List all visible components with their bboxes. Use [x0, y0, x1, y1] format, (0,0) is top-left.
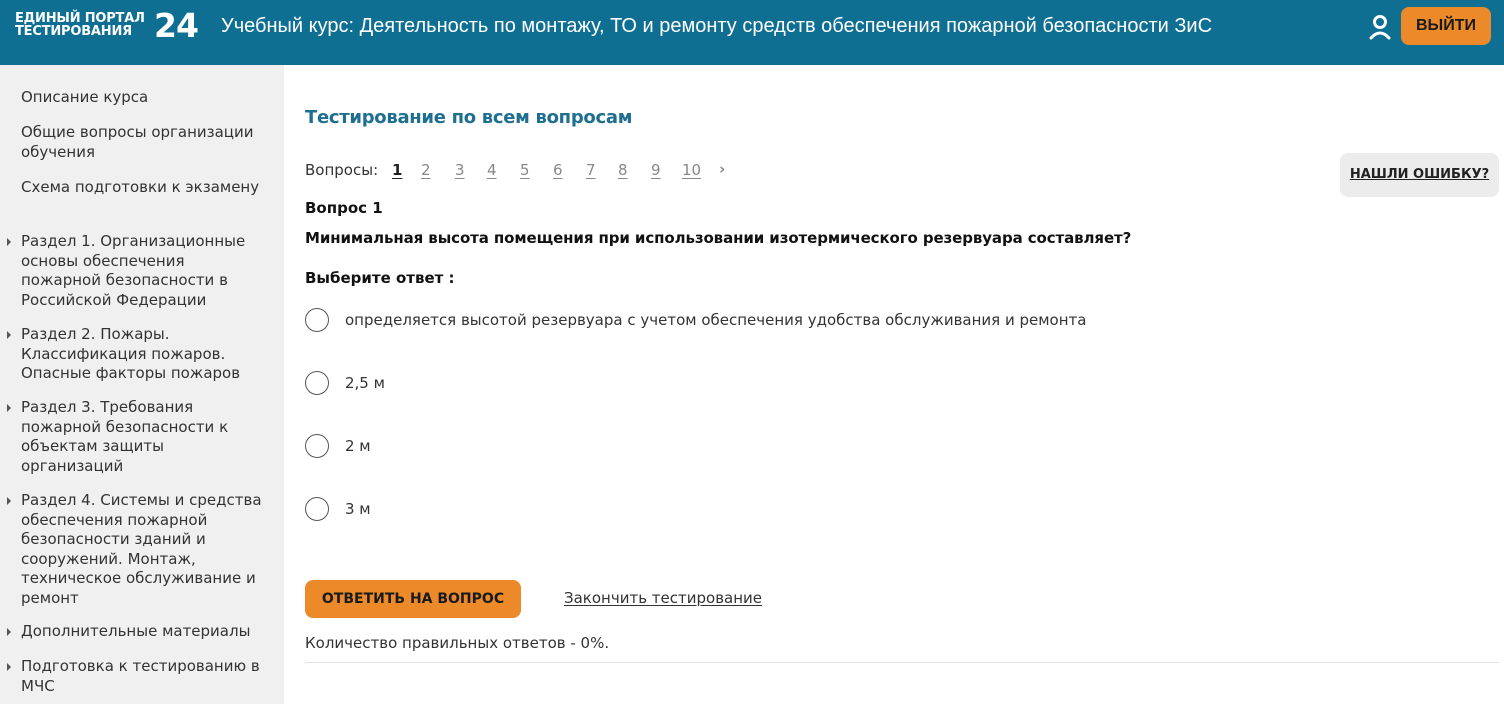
- choose-answer-label: Выберите ответ :: [305, 269, 455, 287]
- answer-option-label: 2,5 м: [345, 374, 385, 392]
- course-title: Учебный курс: Деятельность по монтажу, Т…: [221, 15, 1213, 37]
- question-link-8[interactable]: 8: [618, 161, 628, 179]
- caret-right-icon: [7, 404, 11, 412]
- sidebar-item-label: Раздел 3. Требования пожарной безопаснос…: [21, 398, 229, 475]
- logout-button[interactable]: ВЫЙТИ: [1401, 7, 1491, 45]
- sidebar: Описание курса Общие вопросы организации…: [0, 65, 284, 704]
- radio-button[interactable]: [305, 308, 329, 332]
- question-number: Вопрос 1: [305, 199, 383, 217]
- sidebar-item-section-1[interactable]: Раздел 1. Организационные основы обеспеч…: [7, 232, 266, 310]
- caret-right-icon: [7, 238, 11, 246]
- question-link-4[interactable]: 4: [487, 161, 497, 179]
- radio-button[interactable]: [305, 434, 329, 458]
- sidebar-item-section-4[interactable]: Раздел 4. Системы и средства обеспечения…: [7, 491, 266, 608]
- radio-button[interactable]: [305, 371, 329, 395]
- question-link-1[interactable]: 1: [392, 161, 402, 179]
- sidebar-item-exam-scheme[interactable]: Схема подготовки к экзамену: [21, 178, 266, 198]
- sidebar-item-label: Подготовка к тестированию в МЧС: [21, 657, 260, 695]
- caret-right-icon: [7, 663, 11, 671]
- answer-option-label: 3 м: [345, 500, 371, 518]
- questions-label: Вопросы:: [305, 161, 379, 179]
- logo-number: 24: [154, 6, 199, 45]
- caret-right-icon: [7, 497, 11, 505]
- sidebar-item-section-2[interactable]: Раздел 2. Пожары. Классификация пожаров.…: [7, 325, 266, 384]
- sidebar-item-label: Общие вопросы организации обучения: [21, 123, 254, 161]
- sidebar-item-label: Описание курса: [21, 88, 149, 106]
- answer-option-label: 2 м: [345, 437, 371, 455]
- finish-test-link[interactable]: Закончить тестирование: [564, 589, 762, 607]
- sidebar-item-label: Раздел 1. Организационные основы обеспеч…: [21, 232, 246, 309]
- header: ЕДИНЫЙ ПОРТАЛ ТЕСТИРОВАНИЯ 24 Учебный ку…: [0, 0, 1504, 65]
- answer-option[interactable]: определяется высотой резервуара с учетом…: [305, 308, 1205, 334]
- question-link-6[interactable]: 6: [553, 161, 563, 179]
- sidebar-item-label: Раздел 4. Системы и средства обеспечения…: [21, 491, 262, 607]
- sidebar-item-general-questions[interactable]: Общие вопросы организации обучения: [21, 123, 266, 162]
- question-link-5[interactable]: 5: [520, 161, 530, 179]
- divider: [305, 662, 1499, 663]
- caret-right-icon: [7, 331, 11, 339]
- logo-line-2: ТЕСТИРОВАНИЯ: [15, 24, 132, 39]
- user-icon[interactable]: [1368, 14, 1392, 40]
- question-link-10[interactable]: 10: [682, 161, 701, 179]
- sidebar-item-label: Раздел 2. Пожары. Классификация пожаров.…: [21, 325, 241, 382]
- question-link-9[interactable]: 9: [651, 161, 661, 179]
- answer-option[interactable]: 2 м: [305, 434, 1205, 460]
- portal-logo[interactable]: ЕДИНЫЙ ПОРТАЛ ТЕСТИРОВАНИЯ 24: [15, 6, 200, 50]
- page-title: Тестирование по всем вопросам: [305, 107, 633, 128]
- sidebar-item-course-description[interactable]: Описание курса: [21, 88, 266, 108]
- question-text: Минимальная высота помещения при использ…: [305, 229, 1132, 247]
- answer-option[interactable]: 2,5 м: [305, 371, 1205, 397]
- sidebar-item-label: Дополнительные материалы: [21, 622, 251, 640]
- correct-answers-result: Количество правильных ответов - 0%.: [305, 634, 610, 652]
- radio-button[interactable]: [305, 497, 329, 521]
- question-link-2[interactable]: 2: [421, 161, 431, 179]
- sidebar-item-additional-materials[interactable]: Дополнительные материалы: [7, 622, 266, 642]
- sidebar-item-mchs-preparation[interactable]: Подготовка к тестированию в МЧС: [7, 657, 266, 696]
- sidebar-item-section-3[interactable]: Раздел 3. Требования пожарной безопаснос…: [7, 398, 266, 476]
- report-error-button[interactable]: НАШЛИ ОШИБКУ?: [1340, 153, 1499, 197]
- question-link-7[interactable]: 7: [586, 161, 596, 179]
- answer-option[interactable]: 3 м: [305, 497, 1205, 523]
- sidebar-item-label: Схема подготовки к экзамену: [21, 178, 260, 196]
- answer-option-label: определяется высотой резервуара с учетом…: [345, 311, 1087, 329]
- logo-text: ЕДИНЫЙ ПОРТАЛ ТЕСТИРОВАНИЯ: [15, 12, 145, 38]
- caret-right-icon: [7, 628, 11, 636]
- next-page-icon[interactable]: ›: [719, 160, 725, 178]
- submit-answer-button[interactable]: ОТВЕТИТЬ НА ВОПРОС: [305, 580, 521, 618]
- question-link-3[interactable]: 3: [455, 161, 465, 179]
